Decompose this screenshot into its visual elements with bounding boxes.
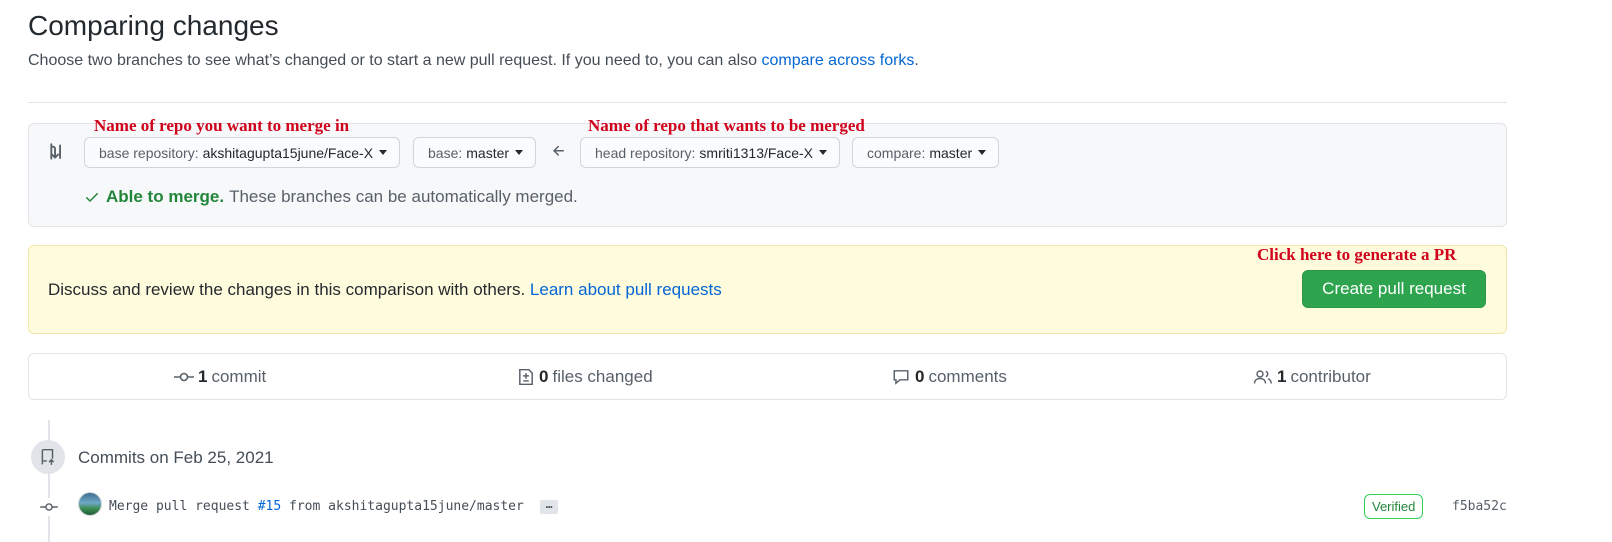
page-subtitle: Choose two branches to see what’s change… [28,52,919,70]
commit-message-suffix[interactable]: from akshitagupta15june/master [281,499,524,514]
arrow-left-icon [551,143,567,164]
compare-across-forks-link[interactable]: compare across forks [761,52,914,69]
caret-down-icon [978,150,987,155]
comment-icon [891,368,911,386]
create-pull-request-button[interactable]: Create pull request [1302,270,1486,308]
compare-branch-select[interactable]: compare: master [852,137,1000,168]
head-repository-label: head repository: [595,144,696,161]
base-branch-label: base: [428,144,463,161]
stat-contributors[interactable]: 1 contributor [1253,367,1371,387]
commit-message: Merge pull request #15 from akshitagupta… [109,499,559,514]
compare-icon [46,142,66,167]
check-icon [84,189,100,205]
file-diff-icon [517,368,535,386]
divider [28,102,1507,103]
verified-badge[interactable]: Verified [1364,494,1424,519]
subtitle-text: Choose two branches to see what’s change… [28,52,762,69]
contributors-count: 1 [1277,367,1287,386]
comments-count: 0 [915,367,925,386]
commit-sha-link[interactable]: f5ba52c [1452,499,1507,514]
head-repository-select[interactable]: head repository: smriti1313/Face-X [580,137,840,168]
files-label: files changed [552,367,653,386]
base-repository-value: akshitagupta15june/Face-X [202,144,374,161]
learn-about-pull-requests-link[interactable]: Learn about pull requests [530,280,722,299]
contributors-label: contributor [1290,367,1371,386]
base-branch-value: master [466,144,510,161]
prompt-message: Discuss and review the changes in this c… [48,280,526,299]
stat-commits[interactable]: 1 commit [174,367,266,387]
commit-message-prefix[interactable]: Merge pull request [109,499,258,514]
commits-badge [31,440,65,474]
comments-label: comments [928,367,1007,386]
commit-pr-link[interactable]: #15 [258,499,281,514]
merge-status-text: These branches can be automatically merg… [229,187,578,206]
repo-push-icon [39,448,57,466]
merge-status: Able to merge. These branches can be aut… [84,187,578,207]
annotation-head-repo: Name of repo that wants to be merged [588,116,865,135]
base-repository-label: base repository: [99,144,199,161]
caret-down-icon [515,150,524,155]
subtitle-suffix: . [914,52,919,69]
prompt-text: Discuss and review the changes in this c… [48,280,722,300]
expand-commit-button[interactable]: … [539,499,559,514]
head-repository-value: smriti1313/Face-X [699,144,813,161]
annotation-create-pr: Click here to generate a PR [1257,245,1457,264]
commits-label: commit [211,367,267,386]
caret-down-icon [819,150,827,155]
stat-comments[interactable]: 0 comments [891,367,1007,387]
annotation-base-repo: Name of repo you want to merge in [94,116,350,135]
commits-count: 1 [198,367,208,386]
stat-files-changed[interactable]: 0 files changed [517,367,653,387]
people-icon [1253,368,1273,386]
git-commit-icon [174,369,194,385]
merge-status-strong: Able to merge. [106,187,225,206]
commits-date-heading: Commits on Feb 25, 2021 [78,448,274,467]
page-title: Comparing changes [28,10,279,41]
caret-down-icon [379,150,388,155]
compare-branch-label: compare: [867,144,926,161]
base-repository-select[interactable]: base repository: akshitagupta15june/Face… [84,137,401,168]
compare-branch-value: master [929,144,973,161]
git-commit-icon [40,498,58,516]
files-count: 0 [539,367,549,386]
avatar[interactable] [78,492,102,516]
timeline-line [48,420,50,542]
base-branch-select[interactable]: base: master [413,137,537,168]
